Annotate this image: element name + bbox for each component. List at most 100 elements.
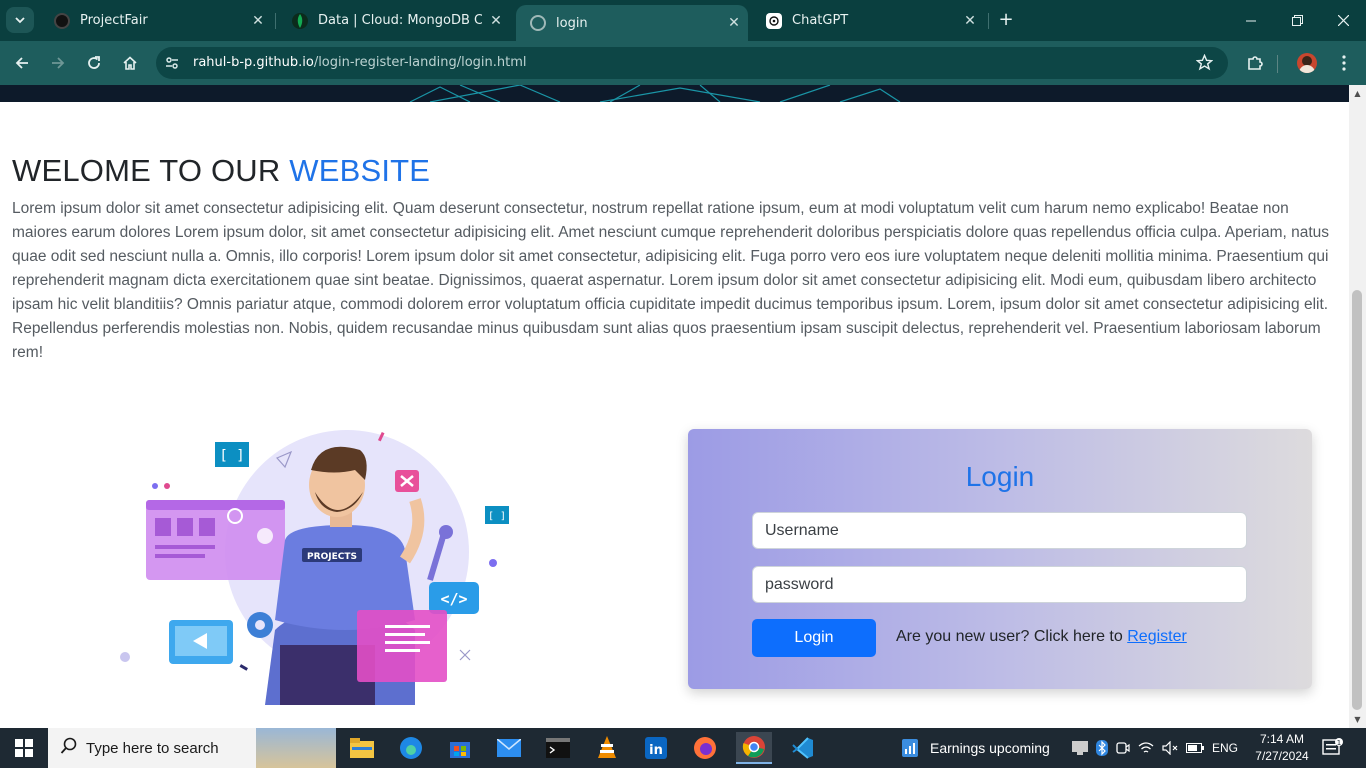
url-text: rahul-b-p.github.io/login-register-landi… <box>193 55 527 70</box>
tab-title: login <box>556 15 588 31</box>
windows-taskbar: Type here to search in Earnings upcoming… <box>0 728 1366 768</box>
minimize-icon <box>1246 20 1256 21</box>
heading-accent: WEBSITE <box>289 153 431 188</box>
linkedin-icon[interactable]: in <box>638 732 674 764</box>
close-tab-icon[interactable]: ✕ <box>720 15 748 31</box>
new-user-text: Are you new user? Click here to <box>896 628 1123 645</box>
vlc-icon[interactable] <box>589 732 625 764</box>
back-button[interactable] <box>8 49 36 77</box>
bookmark-star-icon[interactable] <box>1195 53 1214 75</box>
arrow-left-icon <box>15 57 28 69</box>
restore-button[interactable] <box>1274 0 1320 41</box>
profile-avatar[interactable] <box>1297 53 1317 73</box>
search-highlight-image <box>256 728 336 768</box>
login-button[interactable]: Login <box>752 619 876 657</box>
scrollbar-thumb[interactable] <box>1352 290 1362 710</box>
close-tab-icon[interactable]: ✕ <box>956 13 984 29</box>
hero-banner-image <box>0 85 1349 102</box>
microsoft-store-icon[interactable] <box>442 732 478 764</box>
intro-paragraph: Lorem ipsum dolor sit amet consectetur a… <box>12 200 1330 361</box>
terminal-icon[interactable] <box>540 732 576 764</box>
clock-time: 7:14 AM <box>1259 732 1305 746</box>
tab-login-active[interactable]: login ✕ <box>516 5 748 41</box>
new-tab-button[interactable]: + <box>994 8 1018 32</box>
edge-browser-icon[interactable] <box>393 732 429 764</box>
svg-text:1: 1 <box>1337 739 1341 747</box>
register-link[interactable]: Register <box>1127 628 1187 645</box>
taskbar-clock[interactable]: 7:14 AM 7/27/2024 <box>1252 728 1312 768</box>
monitor-icon[interactable] <box>1072 741 1088 755</box>
more-vertical-icon <box>1342 55 1346 71</box>
page-heading: WELOME TO OUR WEBSITE <box>12 153 430 189</box>
close-tab-icon[interactable]: ✕ <box>244 13 272 29</box>
clock-date: 7/27/2024 <box>1255 749 1309 763</box>
url-host: rahul-b-p.github.io <box>193 55 314 70</box>
extensions-button[interactable] <box>1241 49 1269 77</box>
chatgpt-logo-icon <box>766 12 782 29</box>
username-input[interactable] <box>752 512 1247 549</box>
weather-widget[interactable]: Earnings upcoming <box>900 728 1050 768</box>
notification-icon: 1 <box>1322 738 1343 755</box>
vscode-icon[interactable] <box>785 732 821 764</box>
login-card: Login Login Are you new user? Click here… <box>688 429 1312 689</box>
site-info-icon[interactable] <box>164 55 180 75</box>
chrome-icon-active[interactable] <box>736 732 772 764</box>
arrow-right-icon <box>52 57 65 69</box>
close-icon <box>1337 15 1349 26</box>
tab-mongodb[interactable]: Data | Cloud: MongoDB Cloud ✕ <box>278 0 510 41</box>
globe-icon <box>530 15 546 31</box>
tab-title: ProjectFair <box>80 13 148 28</box>
close-window-button[interactable] <box>1320 0 1366 41</box>
tab-divider <box>275 13 276 29</box>
forward-button[interactable] <box>44 49 72 77</box>
windows-logo-icon <box>15 739 33 757</box>
puzzle-icon <box>1248 56 1263 70</box>
restore-icon <box>1291 15 1303 26</box>
web-page: WELOME TO OUR WEBSITE Lorem ipsum dolor … <box>0 85 1349 728</box>
speaker-muted-icon[interactable] <box>1162 741 1178 755</box>
battery-icon[interactable] <box>1186 742 1204 754</box>
home-button[interactable] <box>116 49 144 77</box>
chevron-down-icon <box>15 17 25 24</box>
toolbar-divider <box>1277 55 1278 73</box>
scroll-down-arrow-icon[interactable]: ▼ <box>1349 711 1366 728</box>
reload-icon <box>88 56 100 69</box>
stock-chart-icon <box>902 739 918 757</box>
scroll-up-arrow-icon[interactable]: ▲ <box>1349 85 1366 102</box>
projectfair-favicon-icon <box>54 12 70 29</box>
home-icon <box>123 56 137 70</box>
tab-title: Data | Cloud: MongoDB Cloud <box>318 13 482 28</box>
new-user-prompt: Are you new user? Click here to Register <box>896 628 1187 646</box>
bluetooth-icon[interactable] <box>1096 740 1108 756</box>
heading-prefix: WELOME TO OUR <box>12 153 281 188</box>
minimize-button[interactable] <box>1228 0 1274 41</box>
tab-projectfair[interactable]: ProjectFair ✕ <box>40 0 272 41</box>
wifi-icon[interactable] <box>1138 741 1154 755</box>
reload-button[interactable] <box>80 49 108 77</box>
password-input[interactable] <box>752 566 1247 603</box>
tab-chatgpt[interactable]: ChatGPT ✕ <box>752 0 984 41</box>
tab-divider <box>988 13 989 29</box>
close-tab-icon[interactable]: ✕ <box>482 13 510 29</box>
browser-tab-strip: ProjectFair ✕ Data | Cloud: MongoDB Clou… <box>0 0 1366 41</box>
login-title: Login <box>965 461 1035 492</box>
start-button[interactable] <box>6 732 42 764</box>
svg-text:in: in <box>649 743 663 758</box>
weather-text: Earnings upcoming <box>930 740 1050 756</box>
search-placeholder: Type here to search <box>86 739 219 757</box>
svg-text:[ ]: [ ] <box>488 511 506 522</box>
tab-search-button[interactable] <box>6 7 34 33</box>
search-icon <box>60 737 78 759</box>
projects-illustration: [ ] [ ] PROJECTS </> <box>115 430 515 705</box>
browser-menu-button[interactable] <box>1330 49 1358 77</box>
meet-now-icon[interactable] <box>1116 741 1130 755</box>
firefox-icon[interactable] <box>687 732 723 764</box>
file-explorer-icon[interactable] <box>344 732 380 764</box>
language-indicator[interactable]: ENG <box>1212 741 1238 755</box>
mail-icon[interactable] <box>491 732 527 764</box>
page-scrollbar[interactable]: ▲ ▼ <box>1349 85 1366 728</box>
taskbar-search-box[interactable]: Type here to search <box>48 728 336 768</box>
notification-center-button[interactable]: 1 <box>1322 728 1344 768</box>
illustration-projects-text: PROJECTS <box>307 552 357 562</box>
system-tray: ENG <box>1072 728 1238 768</box>
